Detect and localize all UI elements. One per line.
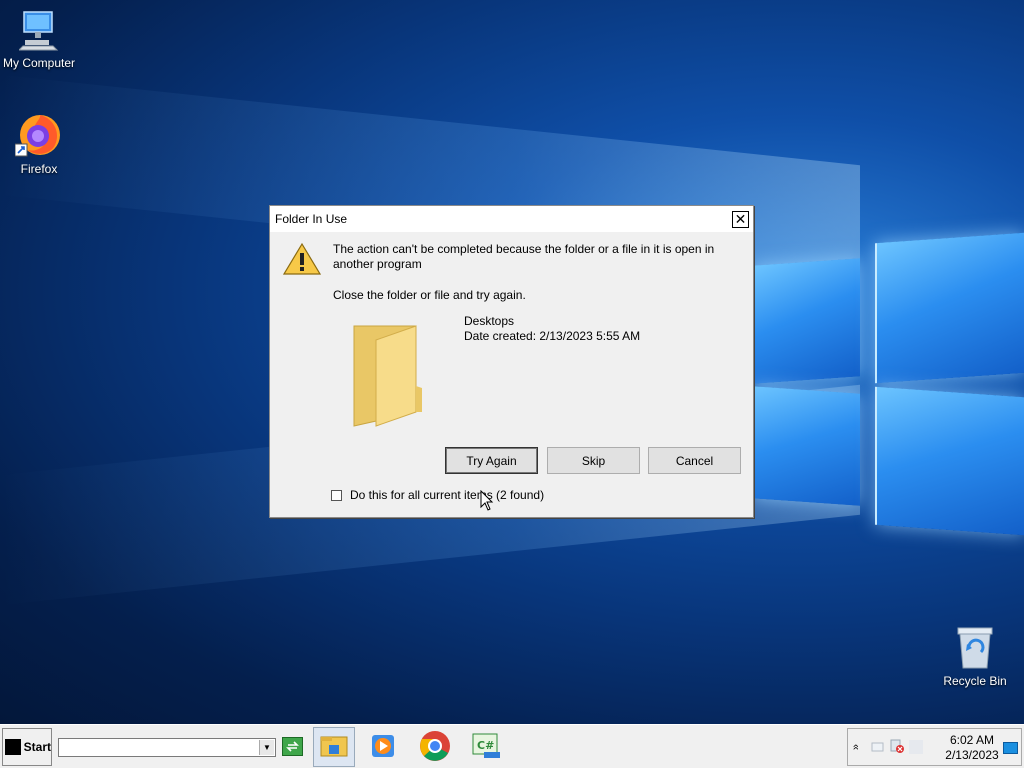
taskbar-csharp[interactable]: C# [465, 727, 507, 767]
warning-icon [282, 242, 322, 279]
refresh-icon[interactable] [282, 737, 303, 756]
desktop-icon-firefox[interactable]: Firefox [0, 110, 79, 176]
folder-icon [352, 324, 424, 433]
dialog-title: Folder In Use [275, 212, 348, 226]
desktop-icon-my-computer[interactable]: My Computer [0, 10, 79, 70]
try-again-button[interactable]: Try Again [445, 447, 538, 474]
address-bar[interactable]: ▼ [58, 738, 276, 757]
firefox-icon [14, 110, 63, 158]
security-warning-icon[interactable] [889, 738, 905, 757]
mouse-cursor-icon [480, 489, 494, 515]
wallpaper-logo-pane [875, 232, 1024, 384]
clock-time: 6:02 AM [949, 733, 995, 747]
item-date: Date created: 2/13/2023 5:55 AM [464, 329, 641, 343]
media-player-icon [369, 732, 397, 763]
chevron-down-icon[interactable]: ▼ [259, 740, 274, 755]
dialog-titlebar[interactable]: Folder In Use ✕ [270, 206, 753, 232]
csharp-icon: C# [470, 732, 502, 763]
cancel-button[interactable]: Cancel [648, 447, 741, 474]
clock[interactable]: 6:02 AM 2/13/2023 [940, 733, 1004, 763]
start-icon [5, 739, 21, 755]
recycle-bin-icon [955, 626, 995, 670]
wallpaper-logo-pane [875, 386, 1024, 536]
taskbar-media-player[interactable] [362, 727, 404, 767]
wallpaper-logo-pane [752, 386, 860, 506]
apply-all-checkbox[interactable] [331, 489, 342, 501]
file-explorer-icon [320, 734, 348, 761]
item-name: Desktops [464, 314, 515, 328]
dialog-message: The action can't be completed because th… [333, 242, 715, 271]
close-button[interactable]: ✕ [732, 210, 749, 228]
chrome-icon [419, 730, 451, 765]
folder-in-use-dialog: Folder In Use ✕ The action can't be comp… [269, 205, 754, 518]
skip-button[interactable]: Skip [547, 447, 640, 474]
wallpaper-logo-pane [752, 258, 860, 384]
language-icon[interactable] [909, 740, 924, 754]
apply-all-label[interactable]: Do this for all current items (2 found) [350, 488, 544, 502]
desktop-icon-label: My Computer [2, 56, 76, 70]
start-button[interactable]: Start [2, 728, 52, 766]
start-label: Start [23, 740, 51, 754]
taskbar: Start ▼ C# » 6:02 AM 2/13/2023 [0, 724, 1024, 768]
close-icon: ✕ [734, 211, 747, 227]
item-details: Desktops Date created: 2/13/2023 5:55 AM [464, 314, 640, 344]
system-tray: » 6:02 AM 2/13/2023 [847, 728, 1022, 766]
taskbar-chrome[interactable] [414, 727, 456, 767]
taskbar-file-explorer[interactable] [313, 727, 355, 767]
desktop-icon-recycle-bin[interactable]: Recycle Bin [935, 626, 1015, 688]
svg-text:C#: C# [477, 739, 494, 752]
computer-icon [17, 10, 59, 52]
tray-expand-icon[interactable]: » [850, 744, 862, 750]
notification-icon[interactable] [1003, 742, 1018, 754]
network-icon[interactable] [871, 739, 887, 756]
clock-date: 2/13/2023 [945, 748, 999, 762]
dialog-instruction: Close the folder or file and try again. [333, 288, 526, 302]
desktop-icon-label: Recycle Bin [943, 674, 1007, 688]
desktop-icon-label: Firefox [20, 162, 58, 176]
apply-all-row[interactable]: Do this for all current items (2 found) [331, 488, 544, 502]
